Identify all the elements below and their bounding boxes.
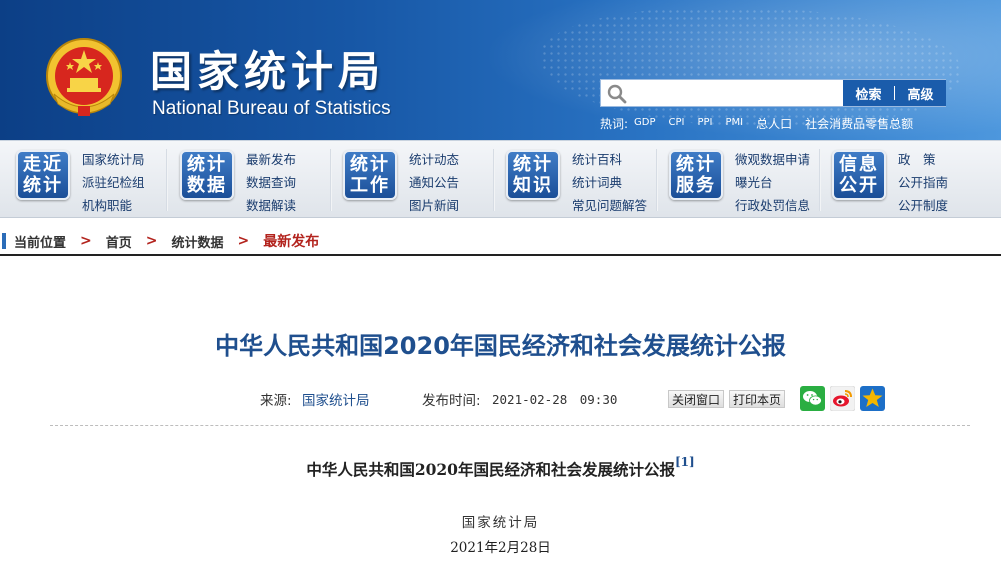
breadcrumb-marker [2,233,6,249]
search-buttons: 检索 高级 [843,80,946,106]
breadcrumb-latest-release[interactable]: 最新发布 [263,231,319,251]
nav-link[interactable]: 派驻纪检组 [82,171,145,194]
content-divider [50,425,970,426]
site-header: 国家统计局 National Bureau of Statistics 检索 高… [0,0,1001,140]
source-label: 来源: [260,393,292,409]
nav-tile-line: 统计 [23,175,63,196]
breadcrumb-statistics-data[interactable]: 统计数据 [172,232,224,251]
nav-links-disclosure: 政 策 公开指南 公开制度 [898,148,948,217]
main-nav: 走近 统计 国家统计局 派驻纪检组 机构职能 统计 数据 最新发布 数据查询 数… [0,140,1001,218]
nav-link[interactable]: 最新发布 [246,148,296,171]
nav-tile-line: 走近 [23,154,63,175]
nav-divider [819,149,821,211]
nav-link[interactable]: 图片新闻 [409,194,459,217]
nav-link[interactable]: 公开制度 [898,194,948,217]
search-icon [607,84,627,104]
document-heading-text: 中华人民共和国2020年国民经济和社会发展统计公报 [306,460,675,479]
breadcrumb-separator: > [80,233,92,249]
article-title: 中华人民共和国2020年国民经济和社会发展统计公报 [215,332,786,360]
wechat-icon[interactable] [800,386,825,411]
article-meta: 来源: 国家统计局 发布时间: 2021-02-28 09:30 关闭窗口 打印… [0,386,1001,411]
nav-divider [166,149,168,211]
nav-tile-data[interactable]: 统计 数据 [180,150,234,200]
weibo-icon[interactable] [830,386,855,411]
nav-link[interactable]: 统计词典 [572,171,647,194]
nav-link[interactable]: 国家统计局 [82,148,145,171]
advanced-search-button[interactable]: 高级 [895,84,946,103]
nav-tile-line: 信息 [839,154,879,175]
nav-link[interactable]: 公开指南 [898,171,948,194]
nav-link[interactable]: 微观数据申请 [735,148,810,171]
nav-tile-work[interactable]: 统计 工作 [343,150,397,200]
breadcrumb: 当前位置 > 首页 > 统计数据 > 最新发布 [0,228,1001,256]
nav-tile-line: 工作 [350,175,390,196]
hot-word-retail-sales[interactable]: 社会消费品零售总额 [805,115,913,132]
nav-link[interactable]: 数据查询 [246,171,296,194]
nav-links-data: 最新发布 数据查询 数据解读 [246,148,296,217]
hot-word-cpi[interactable]: CPI [669,117,685,132]
hot-word-population[interactable]: 总人口 [756,115,792,132]
publish-date-label: 发布时间: [422,393,481,409]
close-window-button[interactable]: 关闭窗口 [668,390,725,408]
hot-words-label: 热词: [600,117,629,131]
hot-word-ppi[interactable]: PPI [698,117,713,132]
nav-tile-about[interactable]: 走近 统计 [16,150,70,200]
nav-tile-service[interactable]: 统计 服务 [669,150,723,200]
hot-words: 热词: GDP CPI PPI PMI 总人口 社会消费品零售总额 [600,115,950,132]
document-heading: 中华人民共和国2020年国民经济和社会发展统计公报[1] [0,455,1001,480]
breadcrumb-current-location: 当前位置 [14,235,67,251]
nav-link[interactable]: 统计百科 [572,148,647,171]
document-date: 2021年2月28日 [450,540,551,556]
nav-link[interactable]: 政 策 [898,148,948,171]
nav-tile-line: 知识 [513,175,553,196]
nav-tile-line: 公开 [839,175,879,196]
nav-link[interactable]: 曝光台 [735,171,810,194]
qzone-icon[interactable] [860,386,885,411]
breadcrumb-separator: > [145,233,158,249]
nav-link[interactable]: 统计动态 [409,148,459,171]
nav-links-knowledge: 统计百科 统计词典 常见问题解答 [572,148,647,217]
hot-word-pmi[interactable]: PMI [726,117,744,132]
publish-date: 2021-02-28 09:30 [492,392,618,407]
nav-links-work: 统计动态 通知公告 图片新闻 [409,148,459,217]
print-page-button[interactable]: 打印本页 [729,390,786,408]
hot-word-gdp[interactable]: GDP [634,117,655,132]
breadcrumb-home[interactable]: 首页 [106,232,132,251]
site-title-en[interactable]: National Bureau of Statistics [152,98,391,120]
nav-links-about: 国家统计局 派驻纪检组 机构职能 [82,148,145,217]
nav-link[interactable]: 机构职能 [82,194,145,217]
nav-link[interactable]: 通知公告 [409,171,459,194]
nav-divider [493,149,495,211]
breadcrumb-separator: > [237,233,250,249]
nav-tile-line: 服务 [676,175,716,196]
nav-divider [330,149,332,211]
national-emblem-icon[interactable] [44,36,124,120]
document-author: 国家统计局 [461,515,540,531]
nav-link[interactable]: 数据解读 [246,194,296,217]
nav-tile-knowledge[interactable]: 统计 知识 [506,150,560,200]
nav-tile-line: 统计 [513,154,553,175]
source-link[interactable]: 国家统计局 [302,389,370,409]
search-box: 检索 高级 [600,79,946,107]
footnote-link[interactable]: [1] [675,455,695,469]
search-input[interactable] [633,80,841,106]
search-button[interactable]: 检索 [843,84,894,103]
nav-tile-line: 统计 [676,154,716,175]
nav-link[interactable]: 常见问题解答 [572,194,647,217]
site-title-cn[interactable]: 国家统计局 [150,38,385,99]
nav-links-service: 微观数据申请 曝光台 行政处罚信息 [735,148,810,217]
nav-divider [656,149,658,211]
nav-tile-disclosure[interactable]: 信息 公开 [832,150,886,200]
nav-tile-line: 数据 [187,175,227,196]
nav-tile-line: 统计 [350,154,390,175]
nav-tile-line: 统计 [187,154,227,175]
nav-link[interactable]: 行政处罚信息 [735,194,810,217]
